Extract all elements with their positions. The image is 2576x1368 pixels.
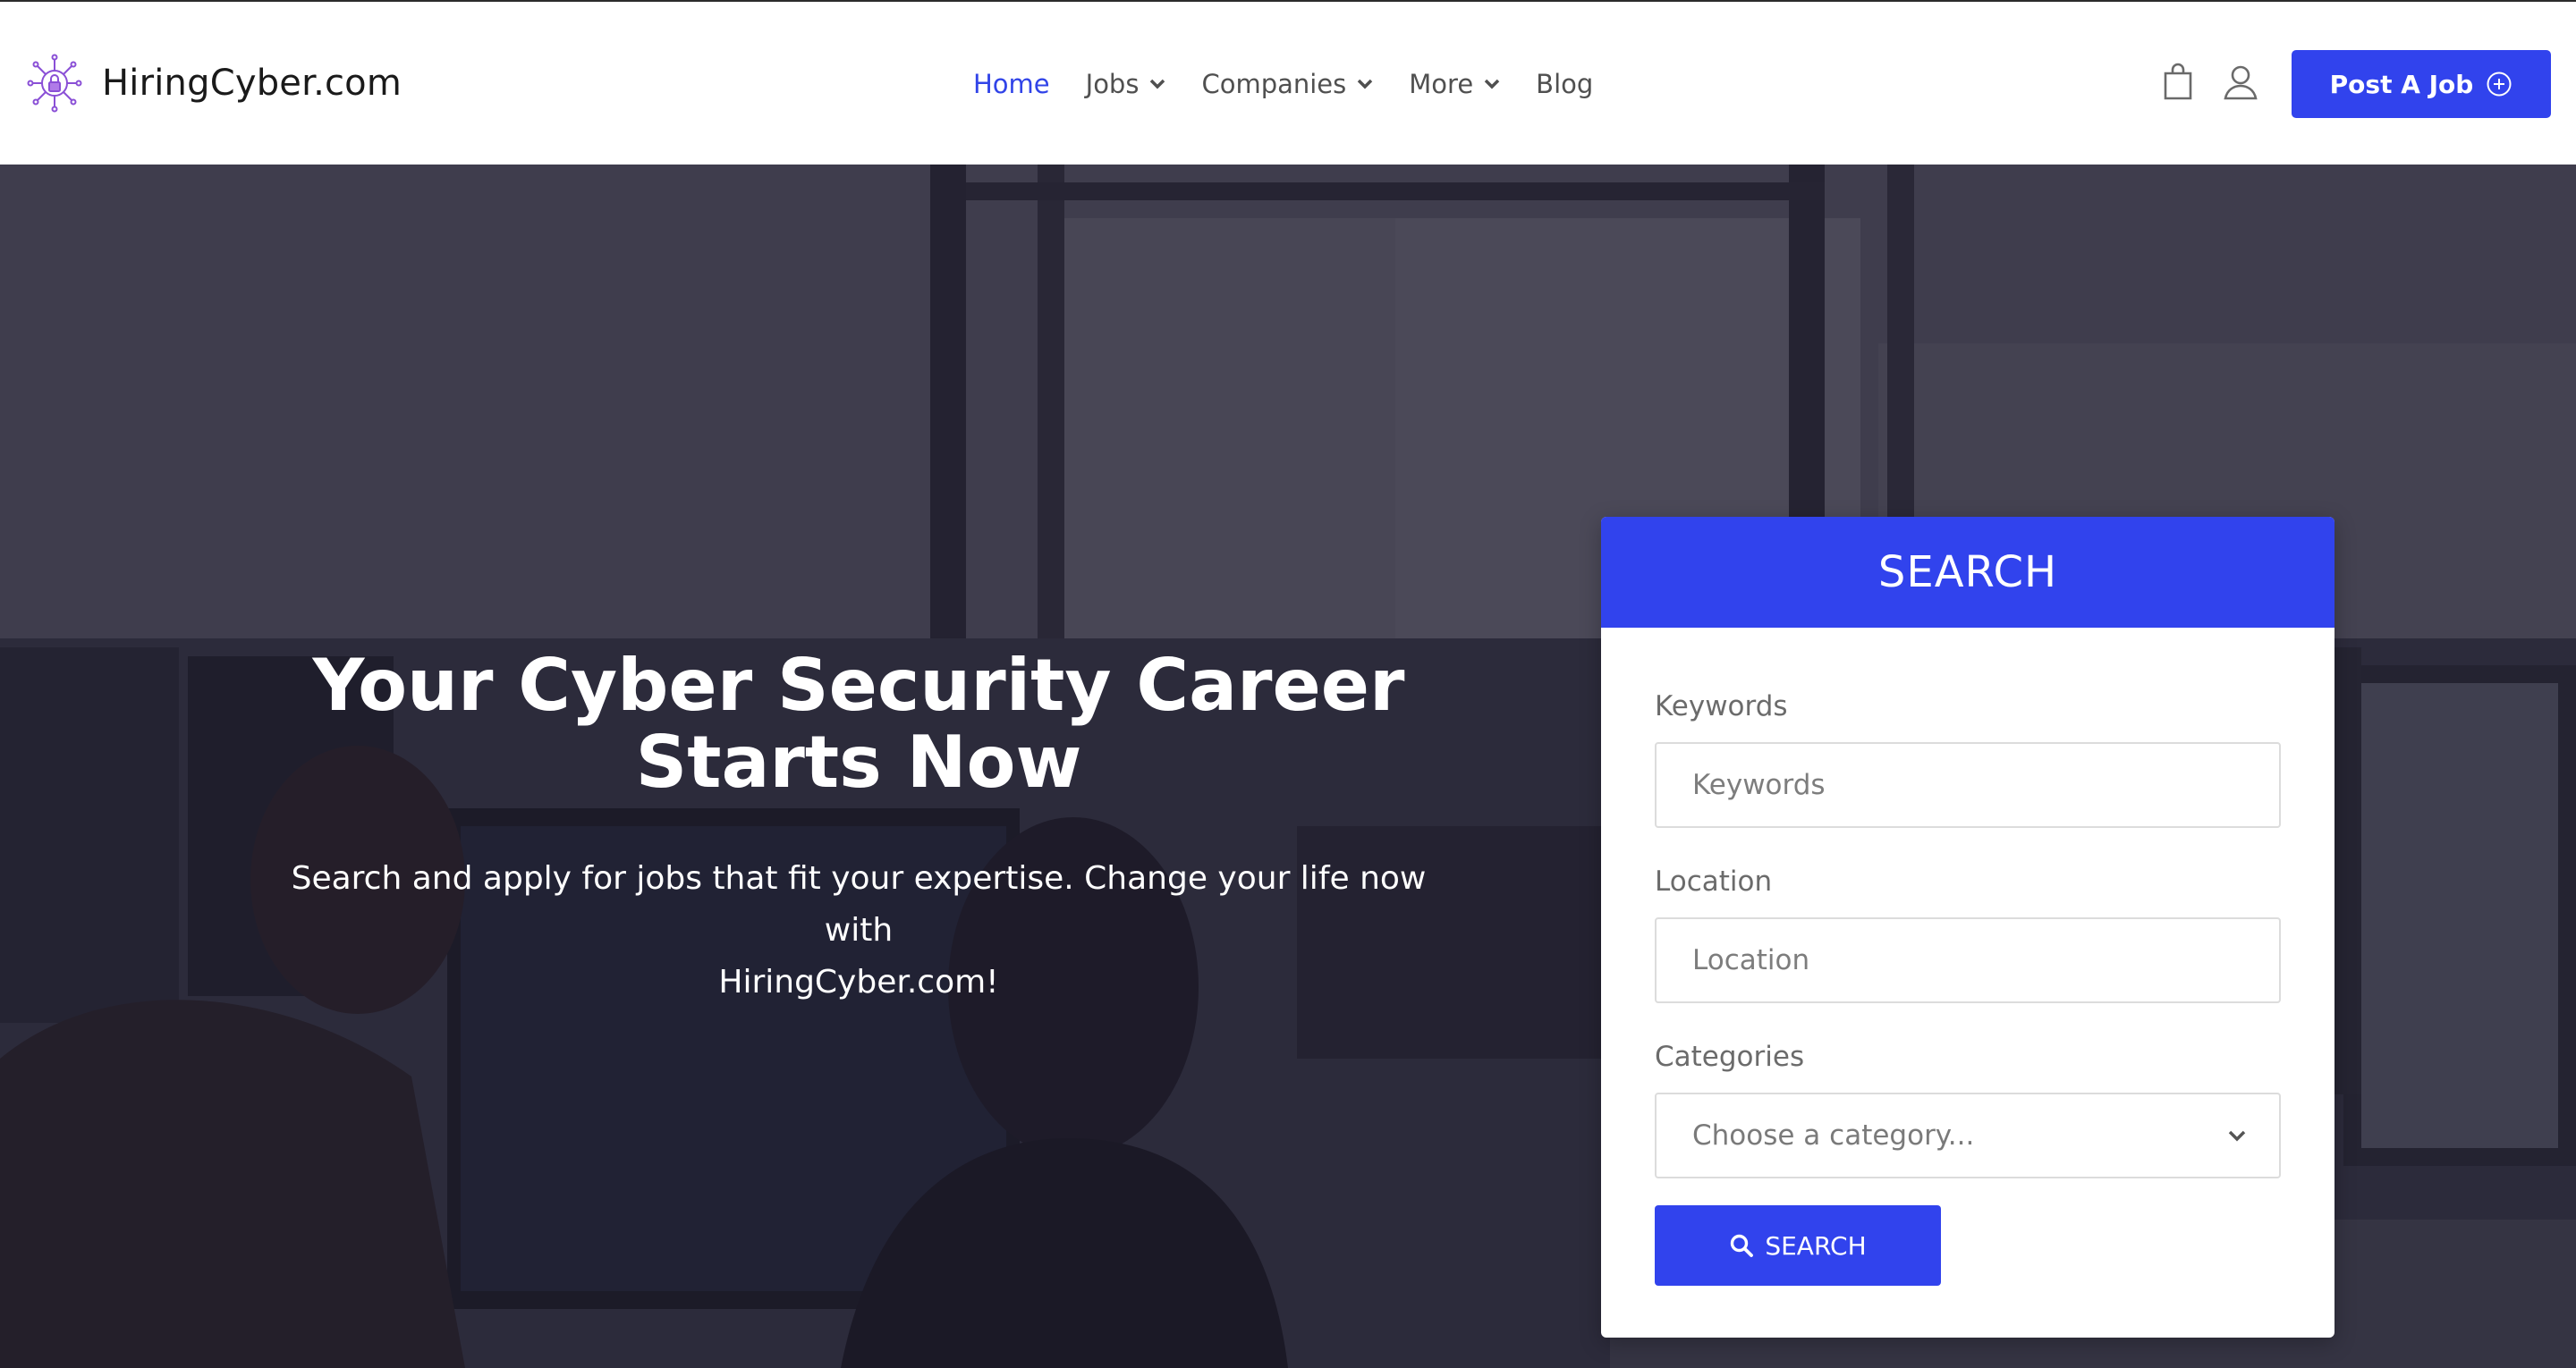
cyber-lock-circuit-icon (27, 54, 82, 113)
location-input[interactable] (1655, 917, 2281, 1003)
nav-item-jobs[interactable]: Jobs (1086, 69, 1166, 99)
search-panel: SEARCH Keywords Location Categories Choo… (1601, 517, 2334, 1338)
header-icons (2160, 63, 2285, 102)
hero-title: Your Cyber Security Career Starts Now (242, 647, 1476, 801)
nav-item-label: Companies (1201, 69, 1347, 99)
hero-subtitle-line2: HiringCyber.com! (718, 964, 999, 1001)
nav-item-label: Home (973, 69, 1050, 99)
location-label: Location (1655, 866, 1773, 898)
category-select-value: Choose a category... (1692, 1119, 1975, 1152)
nav-item-label: More (1409, 69, 1474, 99)
nav-item-label: Jobs (1085, 69, 1140, 99)
brand[interactable]: HiringCyber.com (27, 50, 402, 116)
chevron-down-icon (1484, 79, 1500, 89)
search-panel-heading: SEARCH (1601, 517, 2334, 628)
brand-name: HiringCyber.com (102, 63, 402, 104)
hero-title-line1: Your Cyber Security Career (312, 644, 1405, 727)
post-job-button[interactable]: Post A Job (2292, 50, 2551, 118)
category-select[interactable]: Choose a category... (1655, 1093, 2281, 1178)
hero-subtitle: Search and apply for jobs that fit your … (259, 853, 1458, 1009)
nav-item-label: Blog (1536, 69, 1594, 99)
hero-section: Your Cyber Security Career Starts Now Se… (0, 165, 2576, 1368)
keywords-input[interactable] (1655, 742, 2281, 828)
search-button-label: SEARCH (1765, 1230, 1867, 1261)
hero-title-line2: Starts Now (635, 721, 1082, 804)
post-job-label: Post A Job (2329, 69, 2474, 99)
categories-label: Categories (1655, 1041, 1805, 1073)
user-icon[interactable] (2223, 63, 2258, 102)
shopping-bag-icon[interactable] (2160, 63, 2196, 102)
chevron-down-icon (1150, 79, 1165, 89)
nav-item-blog[interactable]: Blog (1536, 69, 1593, 99)
site-header: HiringCyber.com Home Jobs Companies More… (0, 2, 2576, 165)
nav-item-home[interactable]: Home (973, 69, 1050, 99)
keywords-label: Keywords (1655, 690, 1788, 722)
hero-subtitle-line1: Search and apply for jobs that fit your … (291, 860, 1427, 949)
chevron-down-icon (1358, 79, 1373, 89)
chevron-down-icon (2228, 1130, 2246, 1142)
nav-item-more[interactable]: More (1409, 69, 1500, 99)
main-nav: Home Jobs Companies More Blog (973, 64, 1629, 104)
search-icon (1731, 1234, 1754, 1257)
plus-circle-icon (2487, 72, 2512, 97)
nav-item-companies[interactable]: Companies (1201, 69, 1373, 99)
search-button[interactable]: SEARCH (1655, 1205, 1941, 1286)
